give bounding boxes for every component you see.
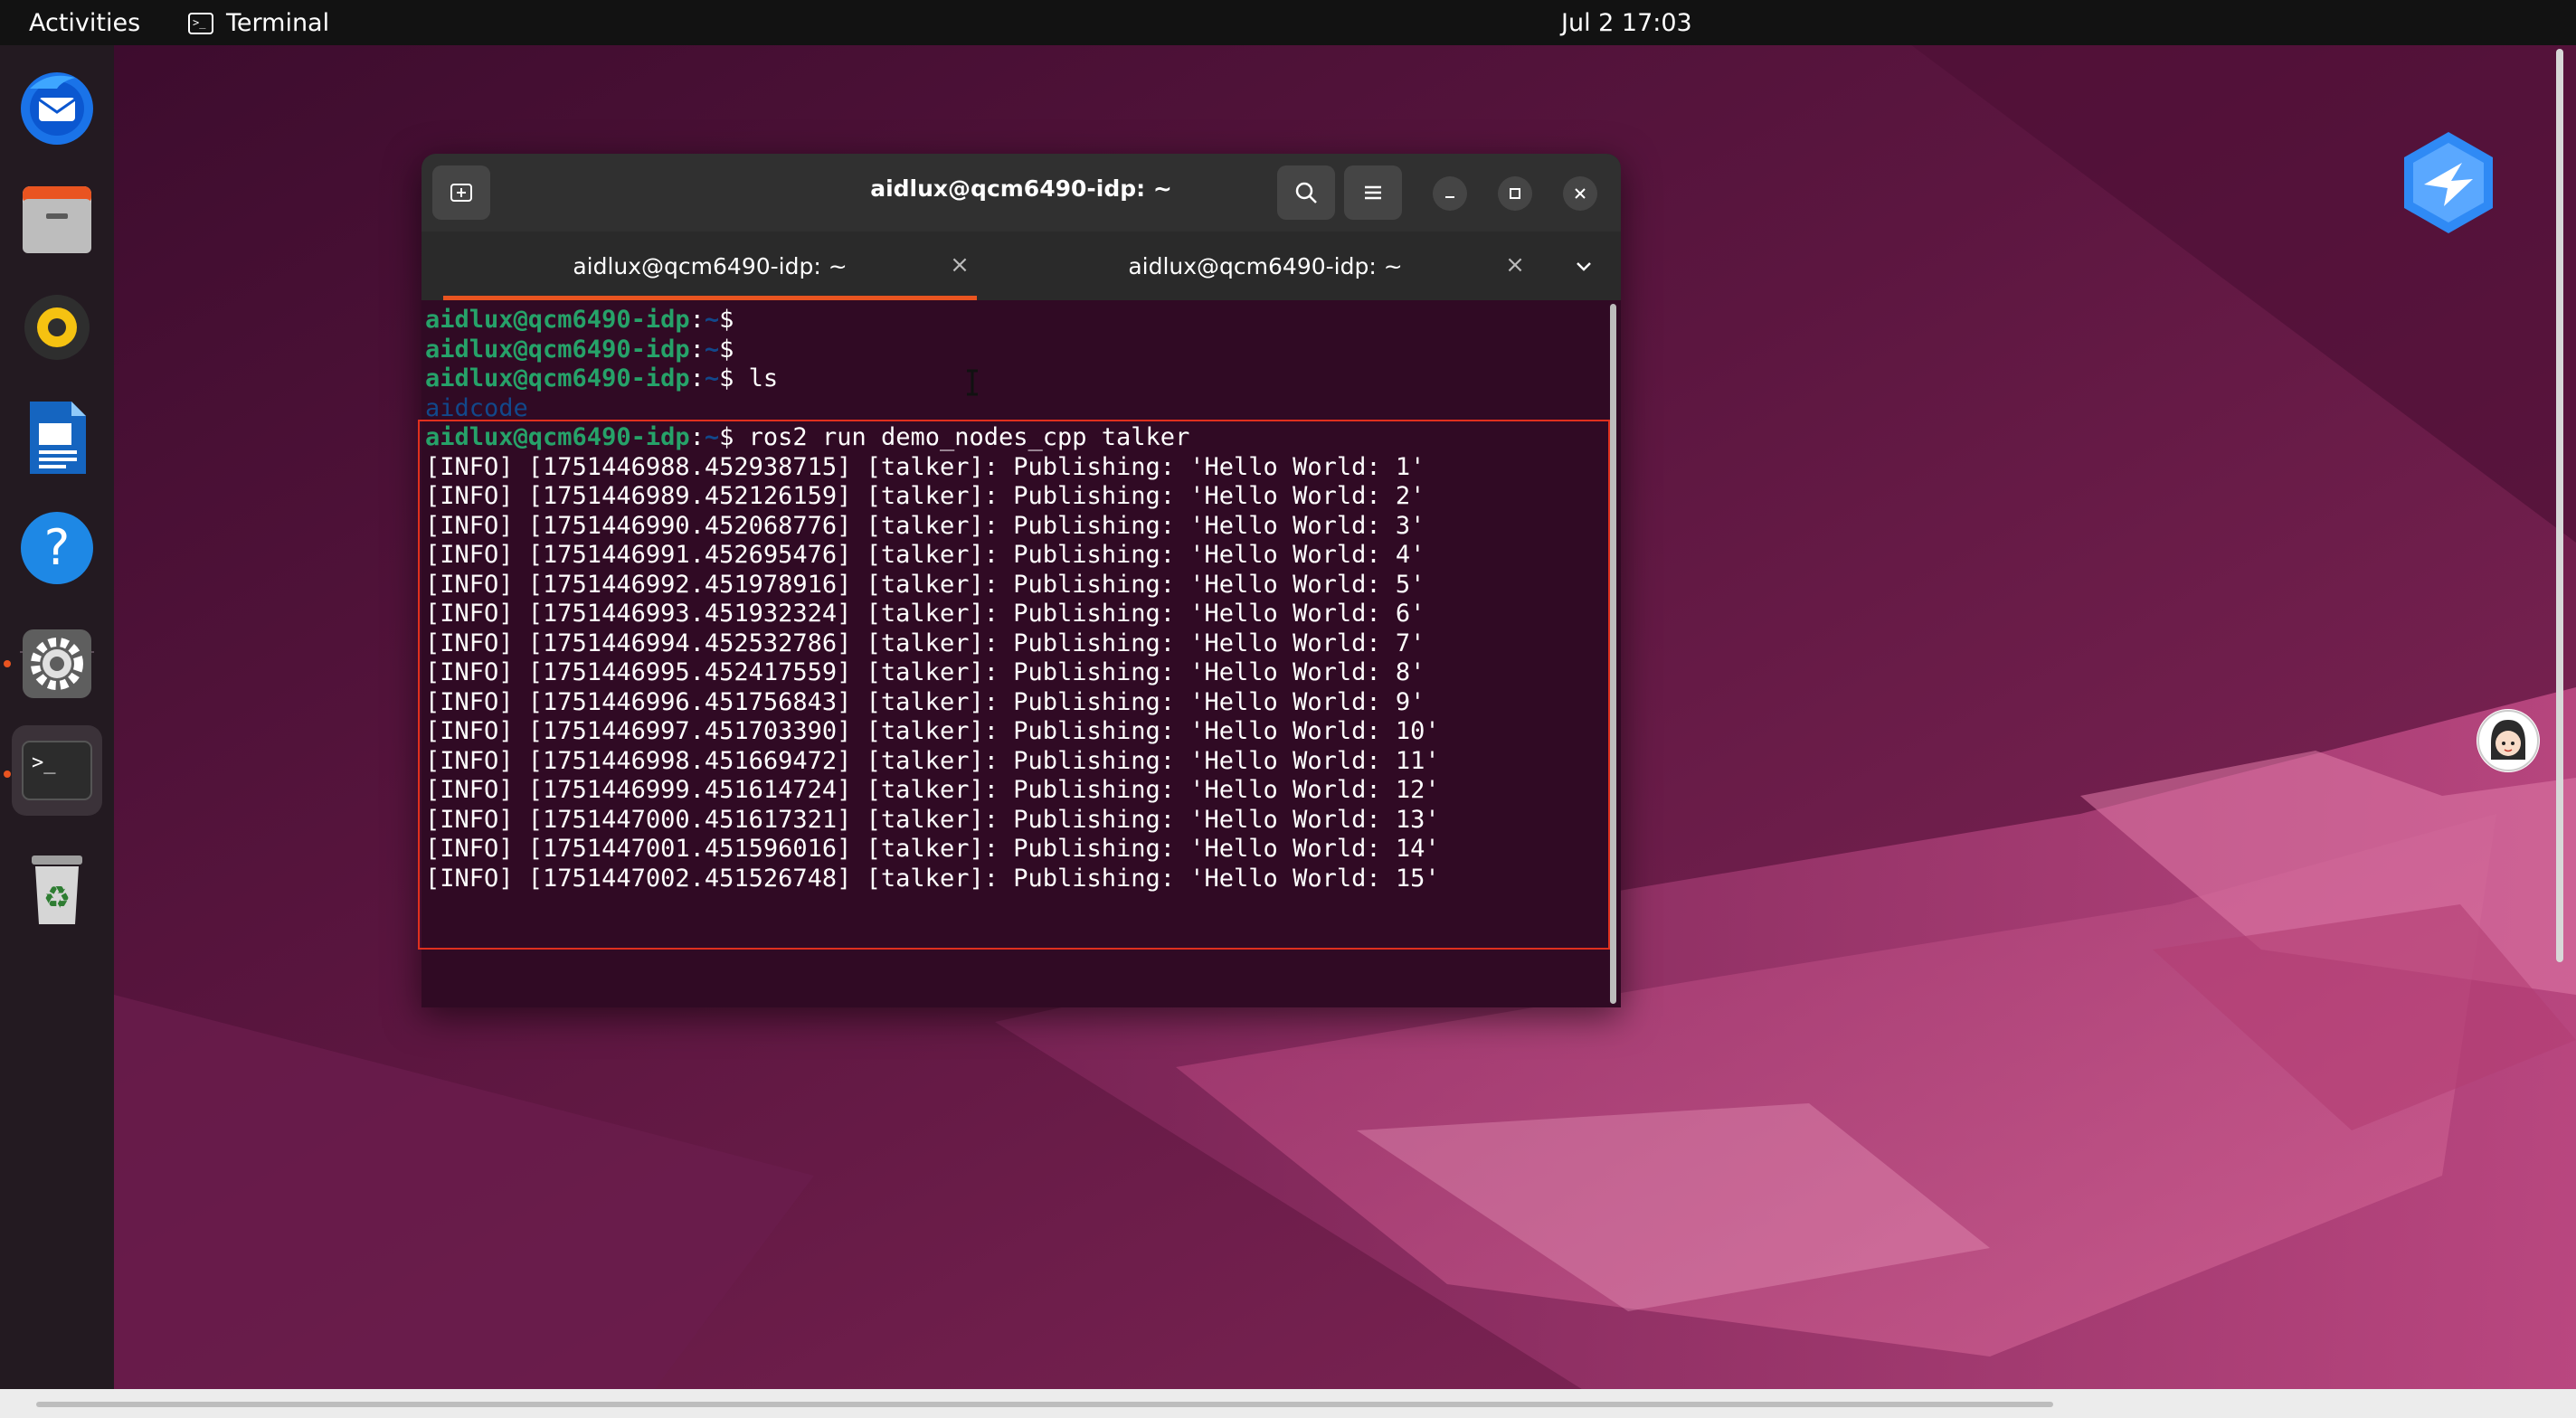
scrollbar-thumb[interactable]	[1610, 304, 1616, 1004]
tab-bar: aidlux@qcm6490-idp: ~ × aidlux@qcm6490-i…	[421, 232, 1621, 300]
minimize-button[interactable]	[1433, 176, 1467, 211]
mouse-ibeam-cursor	[966, 369, 979, 396]
prompt-user: aidlux@qcm6490-idp	[425, 364, 690, 392]
tab-2[interactable]: aidlux@qcm6490-idp: ~ ×	[999, 232, 1532, 300]
prompt-separator: :	[689, 306, 705, 334]
output-line: [INFO] [1751446998.451669472] [talker]: …	[425, 746, 1440, 775]
output-line: [INFO] [1751446989.452126159] [talker]: …	[425, 482, 1425, 510]
dock-item-terminal[interactable]: >_	[12, 725, 102, 816]
prompt-separator: :	[689, 423, 705, 451]
minimize-icon	[1445, 196, 1454, 198]
running-indicator	[4, 660, 11, 667]
prompt-path: ~	[704, 423, 720, 451]
directory-listing: aidcode	[425, 393, 528, 422]
tab-close-icon[interactable]: ×	[1500, 250, 1530, 280]
output-line: [INFO] [1751447001.451596016] [talker]: …	[425, 835, 1440, 863]
app-menu[interactable]: >_ Terminal	[188, 9, 329, 37]
clock[interactable]: Jul 2 17:03	[1561, 9, 1692, 37]
output-line: [INFO] [1751446996.451756843] [talker]: …	[425, 687, 1425, 716]
dock-item-rhythmbox[interactable]	[12, 282, 102, 373]
output-line: [INFO] [1751446991.452695476] [talker]: …	[425, 541, 1425, 569]
assistant-avatar[interactable]	[2477, 709, 2540, 772]
tab-label: aidlux@qcm6490-idp: ~	[1128, 252, 1403, 279]
prompt-char: $	[719, 306, 734, 334]
svg-text:>_: >_	[32, 752, 56, 774]
maximize-icon	[1510, 188, 1520, 199]
tab-1[interactable]: aidlux@qcm6490-idp: ~ ×	[443, 232, 977, 300]
dock: ? >_ ♻	[0, 45, 114, 1418]
close-button[interactable]	[1563, 176, 1597, 211]
prompt-line: aidlux@qcm6490-idp:~$ ls	[425, 364, 778, 393]
svg-text:?: ?	[44, 519, 71, 576]
chevron-down-icon	[1577, 262, 1591, 271]
help-icon: ?	[21, 512, 93, 584]
tab-close-icon[interactable]: ×	[944, 250, 975, 280]
horizontal-scrollbar[interactable]	[36, 1402, 2053, 1407]
terminal-icon: >_	[22, 741, 92, 800]
search-icon	[1295, 182, 1317, 203]
output-line: [INFO] [1751446997.451703390] [talker]: …	[425, 717, 1440, 745]
terminal-scrollbar[interactable]	[1603, 300, 1621, 1007]
terminal-window[interactable]: aidlux@qcm6490-idp: ~ aidlux@qcm6490-idp…	[421, 154, 1621, 1007]
terminal-output[interactable]: aidlux@qcm6490-idp:~$ aidlux@qcm6490-idp:…	[421, 300, 1603, 1007]
dock-item-trash[interactable]: ♻	[12, 843, 102, 933]
dock-item-files[interactable]	[12, 172, 102, 262]
dock-item-writer[interactable]	[12, 392, 102, 483]
menu-button[interactable]	[1344, 165, 1402, 220]
prompt-path: ~	[704, 306, 720, 334]
prompt-line: aidlux@qcm6490-idp:~$ ros2 run demo_node…	[425, 423, 1189, 452]
output-line: [INFO] [1751447000.451617321] [talker]: …	[425, 805, 1440, 834]
settings-icon	[23, 629, 91, 698]
output-line: [INFO] [1751446988.452938715] [talker]: …	[425, 452, 1425, 481]
prompt-line: aidlux@qcm6490-idp:~$	[425, 306, 734, 335]
dock-item-settings[interactable]	[12, 619, 102, 709]
maximize-button[interactable]	[1498, 176, 1532, 211]
output-line: [INFO] [1751447002.451526748] [talker]: …	[425, 864, 1440, 893]
svg-text:♻: ♻	[43, 880, 71, 916]
prompt-user: aidlux@qcm6490-idp	[425, 335, 690, 364]
rhythmbox-icon	[24, 295, 90, 360]
output-line: [INFO] [1751446999.451614724] [talker]: …	[425, 776, 1440, 804]
terminal-small-icon: >_	[188, 12, 213, 34]
title-bar[interactable]: aidlux@qcm6490-idp: ~	[421, 154, 1621, 232]
hamburger-icon	[1365, 185, 1381, 200]
prompt-path: ~	[704, 364, 720, 392]
prompt-char: $	[719, 364, 734, 392]
top-bar: Activities >_ Terminal Jul 2 17:03	[0, 0, 2576, 45]
output-line: [INFO] [1751446993.451932324] [talker]: …	[425, 600, 1425, 628]
prompt-path: ~	[704, 335, 720, 364]
writer-icon	[30, 402, 86, 474]
prompt-line: aidlux@qcm6490-idp:~$	[425, 336, 734, 364]
command-text: ros2 run demo_nodes_cpp talker	[734, 423, 1190, 451]
app-name: Terminal	[226, 9, 330, 37]
prompt-separator: :	[689, 335, 705, 364]
files-icon	[23, 186, 91, 253]
page-scrollbar[interactable]	[2556, 49, 2563, 962]
prompt-char: $	[719, 423, 734, 451]
close-icon	[1575, 188, 1586, 199]
output-line: [INFO] [1751446992.451978916] [talker]: …	[425, 570, 1425, 599]
activities-button[interactable]: Activities	[29, 9, 140, 37]
thunderbird-icon	[21, 72, 93, 145]
prompt-user: aidlux@qcm6490-idp	[425, 423, 690, 451]
dock-item-help[interactable]: ?	[12, 503, 102, 593]
output-line: [INFO] [1751446990.452068776] [talker]: …	[425, 511, 1425, 540]
output-line: [INFO] [1751446995.452417559] [talker]: …	[425, 658, 1425, 686]
trash-icon: ♻	[32, 856, 82, 924]
prompt-user: aidlux@qcm6490-idp	[425, 306, 690, 334]
tab-label: aidlux@qcm6490-idp: ~	[573, 252, 848, 279]
output-line: [INFO] [1751446994.452532786] [talker]: …	[425, 629, 1425, 657]
prompt-separator: :	[689, 364, 705, 392]
aidlux-logo-icon[interactable]	[2399, 128, 2498, 237]
command-text: ls	[734, 364, 779, 392]
prompt-char: $	[719, 335, 734, 364]
search-button[interactable]	[1277, 165, 1335, 220]
running-indicator	[4, 770, 11, 778]
tabs-dropdown-button[interactable]	[1568, 251, 1599, 282]
dock-item-thunderbird[interactable]	[12, 61, 102, 152]
